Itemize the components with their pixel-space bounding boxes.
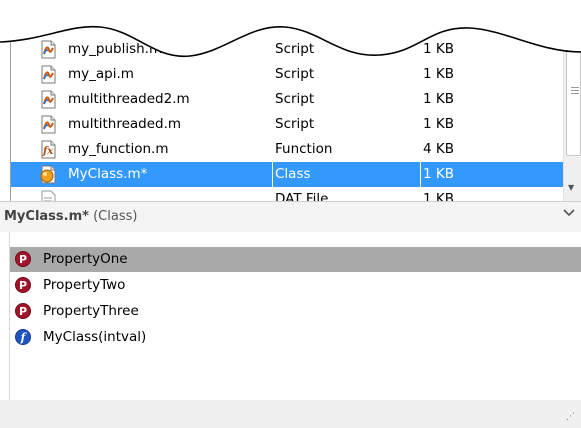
- file-row[interactable]: fx my_function.m Function 4 KB: [11, 137, 563, 162]
- script-file-icon: [39, 115, 57, 134]
- file-size: 1 KB: [423, 66, 454, 82]
- resize-grip-icon[interactable]: ⋰: [566, 412, 575, 422]
- file-list-scrollbar[interactable]: ▼: [563, 0, 581, 201]
- property-icon: P: [15, 277, 31, 293]
- file-type: Script: [275, 116, 315, 132]
- file-row-selected[interactable]: MyClass.m* Class 1 KB: [11, 162, 563, 187]
- method-icon: f: [15, 329, 31, 345]
- property-icon: P: [15, 303, 31, 319]
- file-type: DAT File: [275, 191, 329, 201]
- svg-text:fx: fx: [42, 146, 54, 157]
- details-file-kind: (Class): [93, 209, 138, 224]
- file-name: multithreaded.m: [68, 116, 182, 132]
- panel-border: [9, 232, 10, 400]
- member-row[interactable]: P PropertyTwo: [9, 273, 581, 298]
- file-size: 1 KB: [423, 191, 454, 201]
- file-name: multithreaded2.m: [68, 91, 190, 107]
- file-type: File: [321, 0, 344, 16]
- file-size: 1 KB: [423, 116, 454, 132]
- file-type: Script: [275, 66, 315, 82]
- current-folder-file-list: myWorks File my_publish.m Script 1 KB my: [0, 0, 581, 201]
- member-row-highlighted[interactable]: P PropertyOne: [9, 247, 581, 272]
- script-file-icon: [39, 90, 57, 109]
- column-separator: [420, 162, 421, 187]
- file-name: my_api.m: [68, 66, 134, 82]
- file-type: Script: [275, 91, 315, 107]
- file-type: Function: [275, 141, 333, 157]
- file-size: 4 KB: [423, 141, 454, 157]
- details-file-name: MyClass.m*: [4, 209, 89, 224]
- member-name: PropertyOne: [43, 251, 128, 267]
- details-title: MyClass.m* (Class): [4, 209, 137, 224]
- file-type: Script: [275, 41, 315, 57]
- column-separator: [272, 162, 273, 187]
- file-type: Class: [275, 166, 311, 182]
- details-panel-header[interactable]: MyClass.m* (Class): [0, 201, 581, 233]
- grip-line: [571, 93, 579, 94]
- chevron-down-icon[interactable]: [562, 205, 576, 224]
- file-name: my_function.m: [68, 141, 169, 157]
- file-name: myWorks: [68, 0, 131, 16]
- file-name: my_publish.m: [68, 41, 163, 57]
- function-file-icon: fx: [39, 140, 57, 159]
- script-file-icon: [39, 40, 57, 59]
- dat-file-icon: [39, 190, 57, 201]
- workspace-icon: [39, 0, 57, 18]
- grip-line: [571, 87, 579, 88]
- member-row[interactable]: P PropertyThree: [9, 299, 581, 324]
- file-row[interactable]: myWorks File: [11, 0, 563, 21]
- scrollbar-thumb[interactable]: [566, 4, 581, 156]
- file-size: 1 KB: [423, 41, 454, 57]
- file-row[interactable]: multithreaded2.m Script 1 KB: [11, 87, 563, 112]
- member-row[interactable]: f MyClass(intval): [9, 325, 581, 350]
- member-name: PropertyTwo: [43, 277, 126, 293]
- file-name: MyClass.m*: [68, 166, 148, 182]
- file-size: 1 KB: [423, 91, 454, 107]
- script-file-icon: [39, 65, 57, 84]
- class-file-icon: [39, 165, 57, 184]
- file-row[interactable]: DAT File 1 KB: [11, 187, 563, 201]
- class-members-list: P PropertyOne P PropertyTwo P PropertyTh…: [0, 232, 581, 402]
- grip-line: [571, 90, 579, 91]
- file-row[interactable]: multithreaded.m Script 1 KB: [11, 112, 563, 137]
- member-name: PropertyThree: [43, 303, 139, 319]
- file-size: 1 KB: [423, 166, 454, 182]
- status-bar: ⋰: [0, 400, 581, 428]
- file-row[interactable]: my_api.m Script 1 KB: [11, 62, 563, 87]
- property-icon: P: [15, 251, 31, 267]
- file-row[interactable]: my_publish.m Script 1 KB: [11, 37, 563, 62]
- member-name: MyClass(intval): [43, 329, 147, 345]
- scroll-down-arrow-icon[interactable]: ▼: [568, 183, 574, 192]
